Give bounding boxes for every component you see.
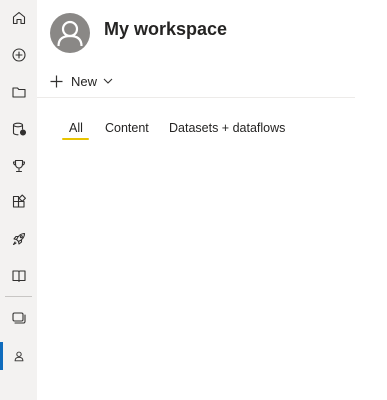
header-divider [37,97,355,98]
learn-book-icon[interactable] [0,260,37,292]
person-avatar-icon [50,13,90,53]
new-button-label: New [71,73,98,89]
workspaces-icon[interactable] [0,302,37,334]
metrics-trophy-icon[interactable] [0,150,37,182]
page-title: My workspace [104,19,228,39]
my-workspace-icon[interactable] [0,340,37,372]
tab-datasets-dataflows[interactable]: Datasets + dataflows [169,120,285,142]
apps-icon[interactable] [0,186,37,218]
create-icon[interactable] [0,39,37,71]
selected-tab-underline [62,138,89,140]
new-button[interactable]: New [50,70,113,92]
nav-rail [0,0,37,400]
chevron-down-icon [103,78,113,84]
rail-separator [5,296,32,297]
data-hub-icon[interactable] [0,113,37,145]
tab-content[interactable]: Content [105,120,149,142]
browse-folder-icon[interactable] [0,76,37,108]
deployment-rocket-icon[interactable] [0,223,37,255]
home-icon[interactable] [0,2,37,34]
plus-icon [50,75,63,87]
